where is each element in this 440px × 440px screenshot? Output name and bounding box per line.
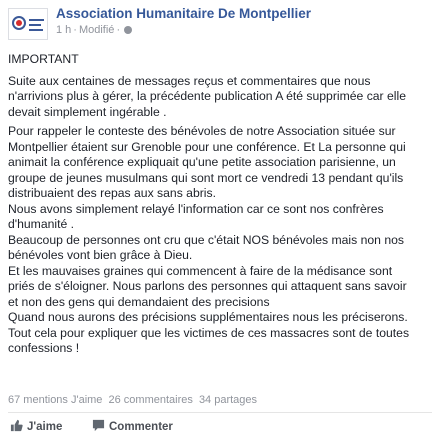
like-label: J'aime (27, 421, 63, 433)
like-button[interactable]: J'aime (10, 419, 62, 435)
page-avatar[interactable] (8, 8, 48, 40)
post-header: Association Humanitaire De Montpellier 1… (8, 6, 432, 42)
likes-count[interactable]: 67 mentions J'aime (8, 394, 102, 406)
comment-button[interactable]: Commenter (92, 419, 173, 435)
globe-icon[interactable] (124, 26, 133, 34)
post-paragraph: Pour rappeler le conteste des bénévoles … (8, 124, 410, 355)
post-content: IMPORTANT Suite aux centaines de message… (8, 52, 434, 357)
post-timestamp[interactable]: 1 h (56, 24, 71, 36)
comment-icon (92, 419, 105, 435)
divider (8, 412, 432, 413)
logo-line-icon (29, 24, 41, 26)
post-paragraph: IMPORTANT (8, 52, 79, 66)
post-paragraph: Suite aux centaines de messages reçus et… (8, 73, 406, 119)
facebook-post: Association Humanitaire De Montpellier 1… (0, 0, 440, 440)
post-actions: J'aime Commenter (8, 419, 432, 437)
post-stats: 67 mentions J'aime 26 commentaires 34 pa… (8, 394, 260, 406)
logo-dot-icon (16, 20, 22, 26)
shares-count[interactable]: 34 partages (199, 394, 257, 406)
logo-line-icon (29, 29, 43, 31)
comment-label: Commenter (109, 421, 173, 433)
edited-label[interactable]: Modifié (79, 24, 114, 36)
logo-line-icon (29, 19, 44, 21)
page-name-link[interactable]: Association Humanitaire De Montpellier (56, 6, 311, 21)
thumbs-up-icon (10, 419, 23, 435)
post-meta: 1 h · Modifié · (56, 24, 133, 36)
comments-count[interactable]: 26 commentaires (109, 394, 193, 406)
